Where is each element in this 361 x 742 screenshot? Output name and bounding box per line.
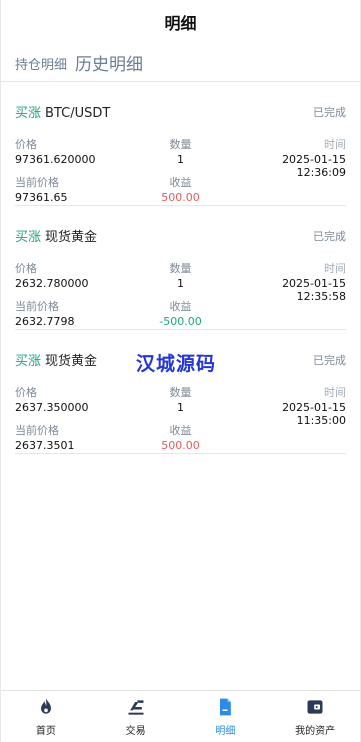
profit-value: -500.00 [159, 315, 202, 328]
qty-value: 1 [176, 277, 184, 290]
record-pair: 买涨 现货黄金 [15, 350, 97, 369]
empty-cell [236, 174, 346, 189]
tab-bar: 持仓明细 历史明细 [1, 44, 360, 82]
profit-value: 500.00 [161, 191, 200, 204]
record-pair: 买涨 BTC/USDT [15, 102, 110, 121]
time-label: 时间 [324, 386, 346, 399]
record-list: 买涨 BTC/USDT 已完成 价格 数量 时间 97361.620000 1 2… [1, 82, 360, 454]
nav-home-label: 首页 [35, 726, 56, 737]
price-value: 2637.350000 [15, 401, 89, 414]
status-label: 已完成 [313, 105, 346, 119]
empty-cell [236, 439, 346, 455]
symbol-label: 现货黄金 [45, 230, 98, 245]
page-title: 明细 [164, 14, 197, 33]
current-price-value: 97361.65 [15, 191, 68, 204]
current-price-value: 2632.7798 [15, 315, 75, 328]
trade-icon [128, 700, 144, 715]
qty-label: 数量 [169, 386, 192, 399]
empty-cell [236, 298, 346, 313]
nav-assets-label: 我的资产 [295, 726, 336, 737]
tab-history[interactable]: 历史明细 [75, 50, 143, 75]
header: 明细 [1, 0, 360, 44]
document-icon [220, 698, 232, 716]
profit-label: 收益 [169, 176, 192, 189]
direction-label: 买涨 [15, 354, 42, 369]
direction-label: 买涨 [15, 230, 42, 245]
current-price-label: 当前价格 [15, 176, 59, 189]
empty-cell [236, 315, 346, 331]
symbol-label: 现货黄金 [45, 354, 98, 369]
price-label: 价格 [15, 386, 37, 399]
time-label: 时间 [324, 138, 346, 151]
price-label: 价格 [15, 138, 37, 151]
current-price-label: 当前价格 [15, 424, 59, 437]
wallet-icon [307, 700, 323, 714]
profit-label: 收益 [169, 300, 192, 313]
time-value: 2025-01-15 12:35:58 [282, 277, 346, 303]
nav-details-label: 明细 [215, 726, 236, 737]
time-value: 2025-01-15 12:36:09 [282, 153, 346, 179]
price-value: 97361.620000 [15, 153, 96, 166]
record-card[interactable]: 买涨 BTC/USDT 已完成 价格 数量 时间 97361.620000 1 2… [15, 82, 346, 206]
qty-label: 数量 [169, 262, 192, 275]
qty-label: 数量 [169, 138, 192, 151]
qty-value: 1 [176, 401, 184, 414]
record-card[interactable]: 买涨 现货黄金 已完成 价格 数量 时间 2632.780000 1 2025-0… [15, 206, 346, 330]
price-value: 2632.780000 [15, 277, 89, 290]
time-label: 时间 [324, 262, 346, 275]
price-label: 价格 [15, 262, 37, 275]
nav-assets[interactable]: 我的资产 [270, 691, 360, 742]
nav-home[interactable]: 首页 [1, 691, 91, 742]
nav-details[interactable]: 明细 [181, 691, 271, 742]
symbol-label: BTC/USDT [45, 106, 111, 121]
time-value: 2025-01-15 11:35:00 [282, 401, 346, 427]
empty-cell [236, 422, 346, 437]
watermark-text: 汉城源码 [136, 353, 217, 375]
direction-label: 买涨 [15, 106, 42, 121]
bottom-nav: 首页 交易 明细 我的资产 [1, 690, 360, 742]
current-price-label: 当前价格 [15, 300, 59, 313]
tab-holdings[interactable]: 持仓明细 [15, 54, 67, 75]
profit-value: 500.00 [161, 439, 200, 452]
nav-trade[interactable]: 交易 [91, 691, 181, 742]
status-label: 已完成 [313, 229, 346, 243]
nav-trade-label: 交易 [125, 726, 146, 737]
current-price-value: 2637.3501 [15, 439, 75, 452]
status-label: 已完成 [313, 353, 346, 367]
flame-icon [40, 698, 51, 714]
record-pair: 买涨 现货黄金 [15, 226, 97, 245]
qty-value: 1 [176, 153, 184, 166]
profit-label: 收益 [169, 424, 192, 437]
empty-cell [236, 191, 346, 207]
